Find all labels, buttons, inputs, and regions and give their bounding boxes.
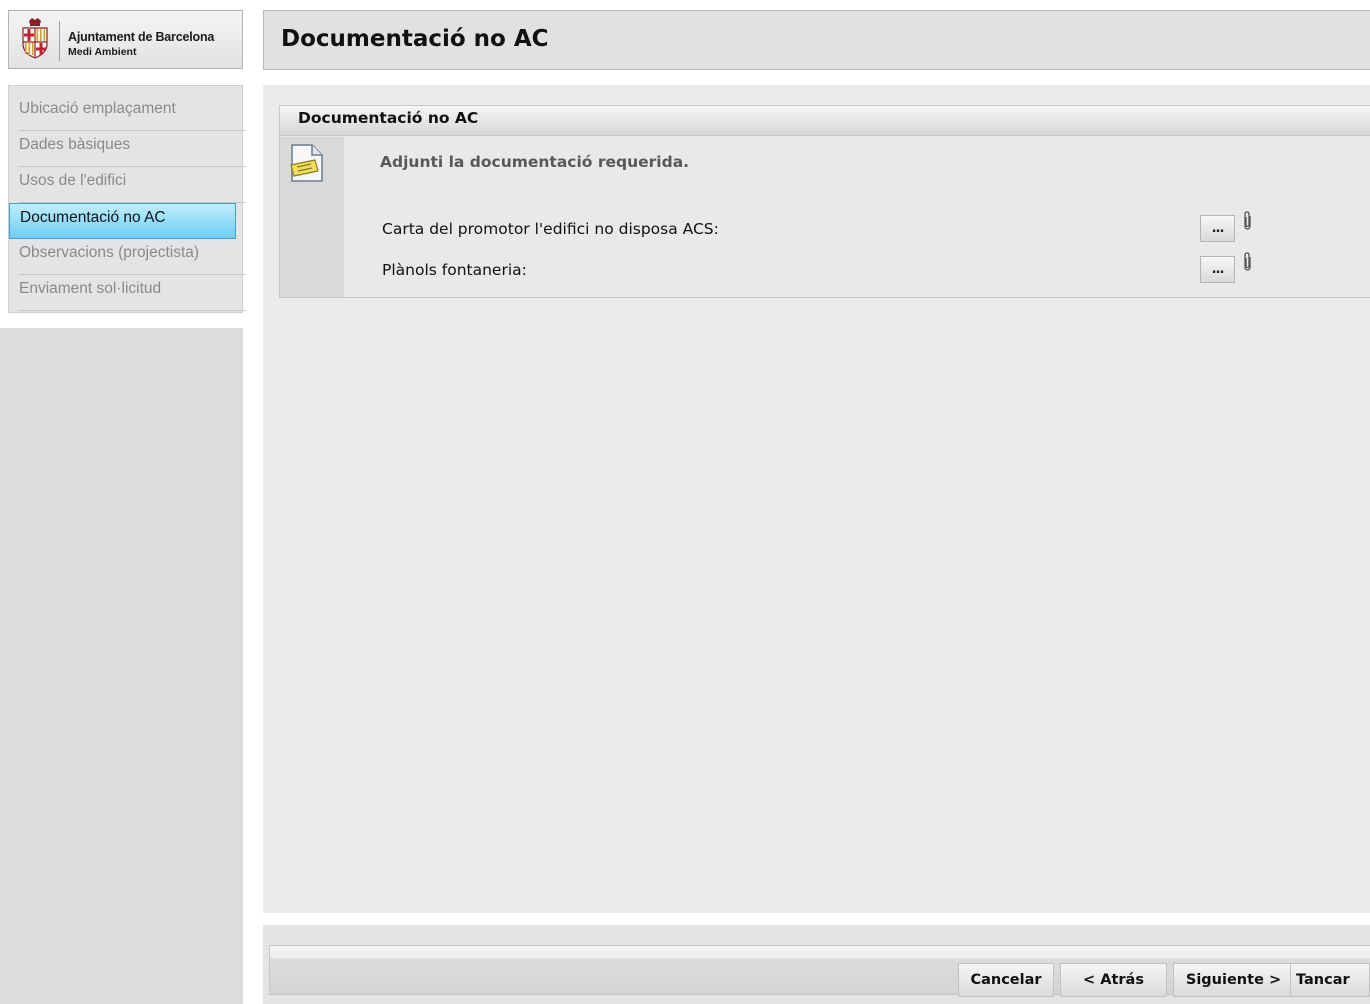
barcelona-crest-icon xyxy=(22,18,48,59)
panel-title: Documentació no AC xyxy=(298,109,479,127)
panel-header: Documentació no AC xyxy=(280,106,1370,136)
sidebar-nav-list: Ubicació emplaçament Dades bàsiques Usos… xyxy=(9,95,246,311)
sidebar-item-documentacio-no-ac[interactable]: Documentació no AC xyxy=(9,203,236,239)
document-note-icon xyxy=(290,144,323,182)
browse-button-planols-fontaneria[interactable]: ... xyxy=(1200,256,1235,283)
wizard-footer: Cancelar < Atrás Siguiente > Tancar xyxy=(263,925,1370,1004)
brand-subtitle: Medi Ambient xyxy=(68,46,137,58)
sidebar-item-observacions[interactable]: Observacions (projectista) xyxy=(19,239,246,275)
next-button-label: Siguiente > xyxy=(1185,972,1282,988)
cancel-button-label: Cancelar xyxy=(970,972,1042,988)
sidebar-item-dades-basiques[interactable]: Dades bàsiques xyxy=(19,131,246,167)
sidebar-item-usos-edifici[interactable]: Usos de l'edifici xyxy=(19,167,246,203)
next-button[interactable]: Siguiente > xyxy=(1173,963,1294,997)
back-button[interactable]: < Atrás xyxy=(1060,963,1167,997)
instruction-text: Adjunti la documentació requerida. xyxy=(380,153,690,171)
field-label-carta-promotor: Carta del promotor l'edifici no disposa … xyxy=(382,220,719,238)
paperclip-icon xyxy=(1244,211,1251,230)
browse-button-carta-promotor[interactable]: ... xyxy=(1200,215,1235,242)
close-button[interactable]: Tancar xyxy=(1290,963,1370,997)
page-title: Documentació no AC xyxy=(281,26,549,52)
sidebar-item-label: Dades bàsiques xyxy=(19,136,131,153)
sidebar-item-label: Ubicació emplaçament xyxy=(19,100,176,117)
browse-button-label: ... xyxy=(1211,262,1225,277)
sidebar-item-label: Documentació no AC xyxy=(20,209,166,226)
paperclip-icon xyxy=(1244,252,1251,271)
sidebar-item-label: Observacions (projectista) xyxy=(19,244,200,261)
back-button-label: < Atrás xyxy=(1083,972,1144,988)
sidebar-item-enviament[interactable]: Enviament sol·licitud xyxy=(19,275,246,311)
brand-logo-box: Ajuntament de Barcelona Medi Ambient xyxy=(8,10,243,69)
sidebar-nav: Ubicació emplaçament Dades bàsiques Usos… xyxy=(8,85,246,313)
sidebar-item-ubicacio[interactable]: Ubicació emplaçament xyxy=(19,95,246,131)
close-button-label: Tancar xyxy=(1296,972,1350,988)
cancel-button[interactable]: Cancelar xyxy=(958,963,1054,997)
field-label-planols-fontaneria: Plànols fontaneria: xyxy=(382,261,527,279)
main-content: Documentació no AC Adjunti la documentac… xyxy=(263,85,1370,913)
logo-divider xyxy=(59,21,60,61)
brand-title: Ajuntament de Barcelona xyxy=(68,30,215,44)
browse-button-label: ... xyxy=(1211,221,1225,236)
sidebar-item-label: Usos de l'edifici xyxy=(19,172,127,189)
sidebar-item-label: Enviament sol·licitud xyxy=(19,280,162,297)
documentation-panel: Documentació no AC Adjunti la documentac… xyxy=(279,105,1370,298)
panel-icon-column xyxy=(280,137,344,297)
sidebar-background xyxy=(0,328,243,1004)
page-header: Documentació no AC xyxy=(263,10,1370,70)
panel-body: Adjunti la documentació requerida. Carta… xyxy=(344,137,1370,297)
